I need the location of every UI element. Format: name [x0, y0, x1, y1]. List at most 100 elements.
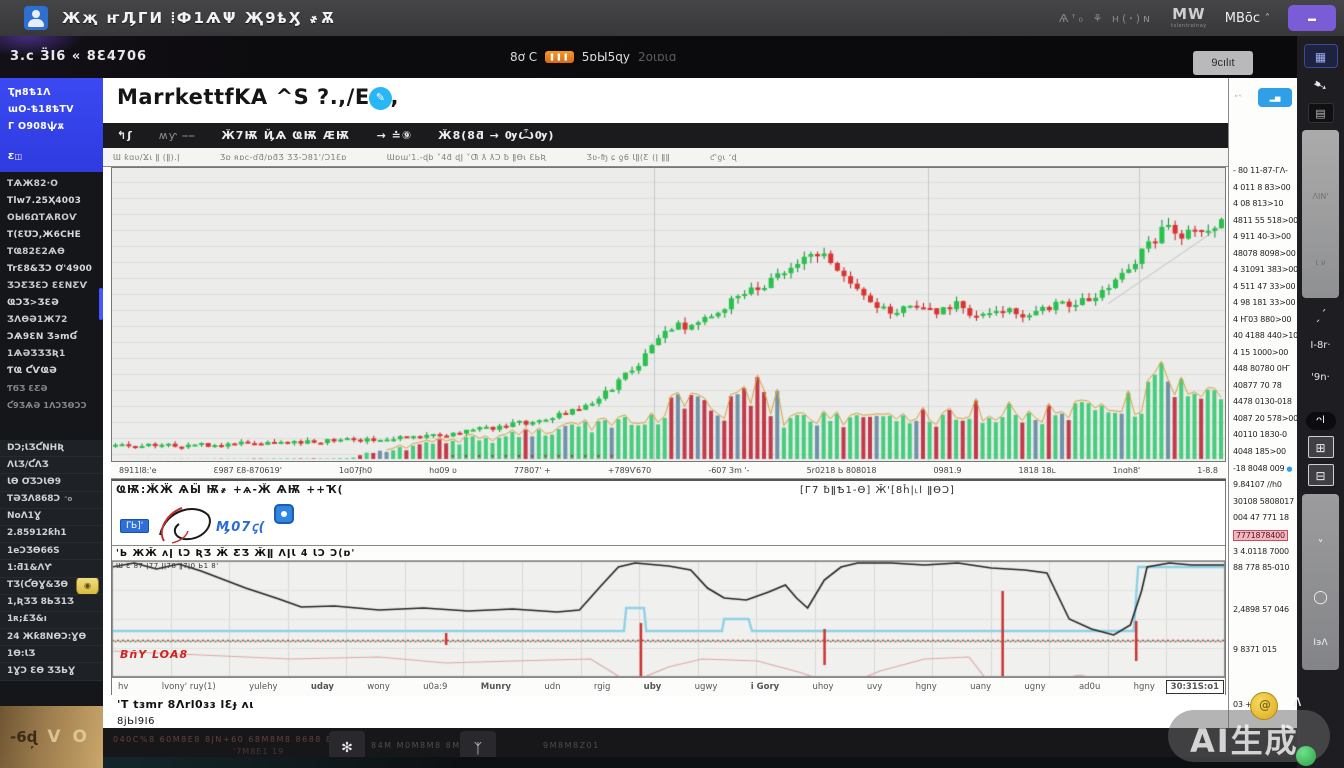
chevron-down-icon[interactable]: ˅ — [1302, 538, 1339, 552]
date-axis-label: hɑ09 ʋ — [429, 465, 457, 475]
chart-toolbar-item[interactable]: Ӂ8(8ƌ → ѸѼѸ) — [438, 129, 554, 142]
draw-tool-icon[interactable]: ˏˊ — [1297, 308, 1344, 322]
indicator-axis-label: lvony' ruy(1) — [161, 682, 216, 692]
price-axis-label: 48078 8098>00 — [1233, 249, 1296, 258]
sidebar-nav-item[interactable]: Ҭϻ8ѣ1Λ — [0, 84, 103, 101]
chart-toolbar-item[interactable]: → ≐⑨ — [377, 129, 413, 142]
remove-panel-button[interactable]: ⊟ — [1297, 464, 1344, 486]
watchlist-item[interactable]: ƷΛѲƏ1Ж72 — [0, 312, 103, 329]
edit-button[interactable]: ✎ — [369, 87, 392, 110]
watchlist-item[interactable]: T(ƐƱƆ,Ж6CHE — [0, 227, 103, 244]
cursor-swoosh-icon[interactable]: ➷ — [1295, 70, 1344, 101]
zoom-tool-icon[interactable]: '9n· — [1297, 372, 1344, 383]
user-icon[interactable] — [24, 6, 48, 30]
rune-tool-button[interactable]: ᛉ — [460, 731, 496, 764]
buy-signal-label: BñY LOA8 — [120, 648, 189, 661]
watchlist-item[interactable]: ƬҨ ƇѴҨƏ — [0, 363, 103, 380]
ohlc-readout: Ʒʋ-ʩ ɕ ƍ6 Ɩǁ(Ƹ (ǀ ǁǁ — [586, 152, 670, 162]
watchlist-item[interactable]: ƷƆƸƷƐƆ ƐƐΝƸѴ — [0, 278, 103, 295]
axis-settings-button[interactable]: ▂▅ — [1258, 88, 1292, 107]
watchlist-item[interactable]: ƆѦ9ƐΝ Ʒ϶mƓ — [0, 329, 103, 346]
right-toolbar: ▦ ➷ ▤ ΛΙΝ' ι ν ˏˊ I-8r· '9n· ᴖl ⊞ ⊟ ˅ ◯ … — [1297, 36, 1344, 768]
quote-list-item[interactable]: 1Ɵ:ƖƷ — [0, 646, 103, 664]
price-axis-label: 40 4188 440>10 — [1233, 331, 1298, 340]
price-axis: ˮ˅ ▂▅ - 80 11-87-ГΛ- 4 011 8 83>00 4 08 81… — [1228, 78, 1298, 728]
watchlist-item[interactable]: Ƈ9ƷѦƏ 1ΛϽƷƟƆƆ — [0, 397, 103, 414]
status-text-right: 9M8M8Z01 — [543, 741, 600, 750]
quote-list-item[interactable]: 1eƆƷƟ66S — [0, 543, 103, 561]
trading-app-window: Жҗ ҥӅГИ ⦙Ф1ѦΨ Җ9ҍӼ ҂Ѫ Ѧꜛ₀ ⚘ ʜ(ꞏ)ɴ MW tsl… — [0, 0, 1344, 768]
quote-list-item[interactable]: 1ʀ;£Ʒ&ı — [0, 612, 103, 630]
quote-list-item[interactable]: NoΛ1Ɣ — [0, 509, 103, 526]
text-tool-icon[interactable]: I϶Λ — [1302, 638, 1339, 648]
sidebar-nav-item[interactable]: Ƹ◫ — [0, 149, 103, 164]
indicator-params: [Г7 ƀǁѢ1-Ѳ] Ӂ'[8ĥ|˪l ǁƟϽ] — [800, 485, 955, 496]
candlestick-chart-canvas[interactable] — [111, 167, 1226, 462]
quote-list-item[interactable]: TƏƷΛ868Ɔ ᵔo — [0, 492, 103, 509]
account-menu[interactable]: MBōc ˄ — [1225, 11, 1270, 26]
price-axis-label: 2,4898 57 046 — [1233, 605, 1289, 614]
price-axis-label: 4478 0130-018 — [1233, 397, 1292, 406]
layout-button[interactable]: ▤ — [1297, 102, 1344, 123]
quote-list-item[interactable]: ƖƟ ƠƷƆƖƟ9 — [0, 474, 103, 492]
toggle-pill-button[interactable]: ᴖl — [1297, 408, 1344, 430]
snowflake-tool-button[interactable]: ✻ — [329, 731, 365, 764]
quote-list-item[interactable]: TƷ(ƇƟƔ&ƷƟ ◉ — [0, 577, 103, 595]
quote-item-badge: ᵔo — [64, 495, 73, 504]
footer-line-1: 'T tɜmr 8Ʌrl0ɜɜ lƐɟ ʌι — [117, 698, 254, 711]
price-axis-label: 4 98 181 33>00 — [1233, 298, 1296, 307]
price-axis-label: 448 80780 0Ҥ — [1233, 364, 1290, 373]
swoosh-logo-icon — [159, 507, 211, 544]
price-axis-label: 4 011 8 83>00 — [1233, 183, 1291, 192]
price-axis-label: 4 911 40-3>00 — [1233, 232, 1291, 241]
login-button[interactable]: 9cılıt — [1193, 51, 1253, 75]
date-axis-label: +789Ѵ670 — [607, 465, 652, 475]
price-axis-label: -18 8048 009 — [1233, 464, 1292, 473]
circle-tool-icon[interactable]: ◯ — [1302, 590, 1339, 605]
quote-list-item[interactable]: 24 Жƙ8ΝƟƆ:ƔƟ — [0, 629, 103, 647]
watchlist-item[interactable]: ƬϬƷ ƐƸƏ — [0, 380, 103, 397]
watchlist-item[interactable]: Tlw7.25Ҳ4003 — [0, 193, 103, 210]
indicator-axis-label: uday — [310, 682, 334, 692]
session-status: 8ơ C ❚❚❚ 5ɒЫ5ɋy 2oɩɒɩɑ — [510, 50, 677, 64]
watchlist-item[interactable]: TrƐ8&ƷƆ Ơ'4900 — [0, 261, 103, 278]
sidebar-nav-item[interactable]: ɯO-ѣ18ѣTV — [0, 101, 103, 118]
primary-cta-button[interactable]: ▬ — [1288, 5, 1336, 31]
watchlist-item[interactable]: TѦЖ82·O — [0, 176, 103, 193]
chart-toolbar-item[interactable]: Ӂ7Ѭ ҊѦ ҨѬ ӔѬ — [221, 129, 350, 142]
quote-list-item[interactable]: 1:ƌ1&ΛƳ — [0, 560, 103, 578]
ruler-tool-icon[interactable]: I-8r· — [1297, 340, 1344, 351]
oscillator-canvas[interactable] — [112, 561, 1225, 677]
quote-list-item[interactable]: 2.85912ƙh1 — [0, 526, 103, 544]
watchlist-item[interactable]: ҨƆƷ>ƷƐƏ — [0, 295, 103, 312]
price-axis-label: 4 15 1000>00 — [1233, 348, 1289, 357]
watchlist-item[interactable]: TҨ82Ɛ2ѦƟ — [0, 244, 103, 261]
date-axis-label: Ɛ987 Ɛ8-870619' — [213, 465, 282, 475]
chart-toolbar-item[interactable]: ʍƴ ⎯⎯ — [159, 129, 196, 143]
quote-list-item[interactable]: 1ƔƆ ƐƟ ƷƷЬƔ — [0, 663, 103, 681]
titlebar: Жҗ ҥӅГИ ⦙Ф1ѦΨ Җ9ҍӼ ҂Ѫ Ѧꜛ₀ ⚘ ʜ(ꞏ)ɴ MW tsl… — [0, 0, 1344, 36]
watchlist-item[interactable]: OЫ6ΩTѦROѴ — [0, 210, 103, 227]
add-panel-button[interactable]: ⊞ — [1297, 436, 1344, 458]
price-axis-label: 40110 1830-0 — [1233, 430, 1287, 439]
watchlist-item[interactable]: 1ѦƏƷƷƷƦ1 — [0, 346, 103, 363]
record-icon[interactable] — [274, 504, 294, 524]
chart-header: MarrkettfKA ^S ?.,/Es , ✎ — [103, 78, 1228, 123]
scrollbar-ghost-text-1: ΛΙΝ' — [1312, 192, 1329, 201]
quote-list-item[interactable]: 1,ƦƷƷ 8ЬƷ1Ʒ — [0, 595, 103, 612]
status-icons: Ѧꜛ₀ ⚘ ʜ(ꞏ)ɴ — [1058, 11, 1153, 25]
quote-list-item[interactable]: DƆ;ƖƷƇNHƦ — [0, 440, 103, 458]
chart-toolbar-item[interactable]: ↰ʃ — [117, 129, 133, 142]
current-time-box: 30:31S:o1 — [1165, 680, 1224, 694]
price-axis-label: 7771878400 — [1233, 530, 1288, 541]
toolbar-scrollbar-upper[interactable]: ΛΙΝ' ι ν — [1302, 130, 1339, 298]
toolbar-scrollbar-lower[interactable]: ˅ ◯ I϶Λ — [1302, 494, 1339, 670]
quote-list-item[interactable]: ΛƖƷ/ƇΛƷ — [0, 457, 103, 475]
price-axis-label: 4087 20 578>00 — [1233, 414, 1298, 423]
taskbar-left[interactable]: -6ɖ̦ V O — [0, 706, 103, 768]
date-axis-label: 8911l8:'e — [119, 465, 157, 475]
indicator-chip[interactable]: ΓЬ]' — [120, 519, 150, 533]
layout-icon: ▤ — [1307, 103, 1334, 123]
panel-grid-button[interactable]: ▦ — [1297, 44, 1344, 68]
sidebar-nav-item[interactable]: Г O908ѱѫ — [0, 118, 103, 135]
